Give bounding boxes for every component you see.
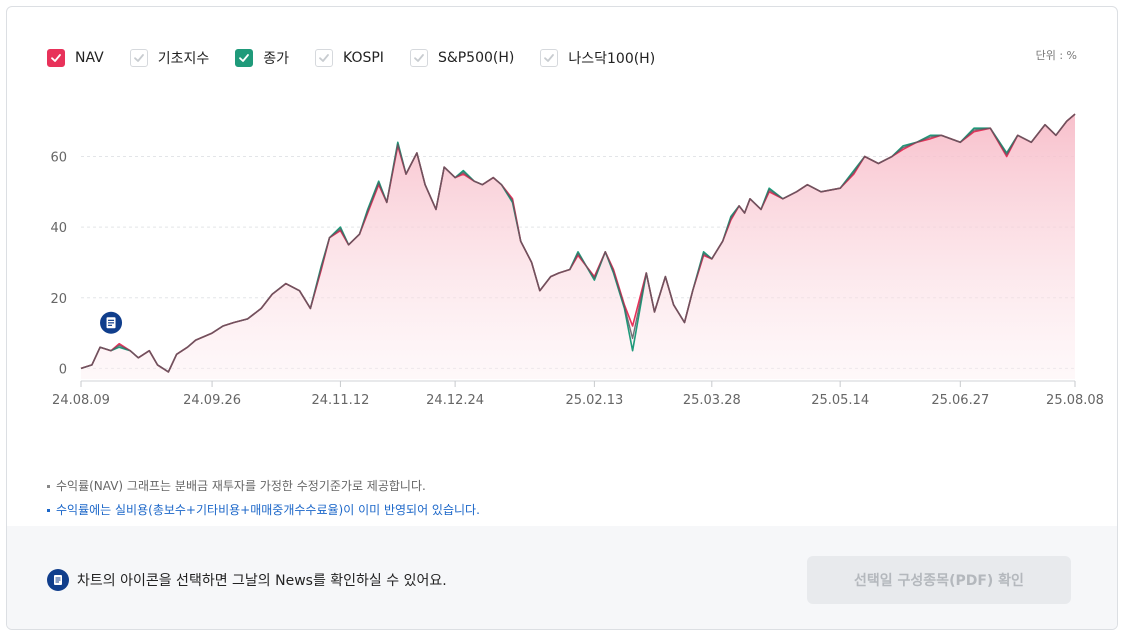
x-tick-label: 24.12.24 — [426, 393, 484, 408]
chart-footer: 차트의 아이콘을 선택하면 그날의 News를 확인하실 수 있어요. 선택일 … — [7, 526, 1117, 629]
x-tick-label: 25.02.13 — [565, 393, 623, 408]
x-tick-label: 24.11.12 — [311, 393, 369, 408]
fund-chart-card: NAV 기초지수 종가 KOSPI S&P500(H) 나스닥100(H) 단위… — [6, 6, 1118, 630]
y-tick-label: 40 — [50, 221, 67, 236]
news-marker-doc-line — [108, 319, 115, 321]
y-tick-label: 20 — [50, 292, 67, 307]
x-tick-label: 25.06.27 — [931, 393, 989, 408]
news-marker-doc-line — [108, 324, 113, 326]
bullet-dot — [47, 485, 50, 488]
line-chart[interactable]: 0 20 40 60 24.08.09 24.09.26 24.11.12 24.12.24 2… — [7, 7, 1117, 447]
chart-notes: 수익률(NAV) 그래프는 분배금 재투자를 가정한 수정기준가로 제공합니다.… — [47, 474, 480, 522]
news-info-text: 차트의 아이콘을 선택하면 그날의 News를 확인하실 수 있어요. — [77, 573, 447, 589]
x-tick-label: 24.08.09 — [52, 393, 110, 408]
y-tick-label: 0 — [59, 362, 67, 377]
x-tick-label: 25.05.14 — [811, 393, 869, 408]
note-nav-dividend: 수익률(NAV) 그래프는 분배금 재투자를 가정한 수정기준가로 제공합니다. — [47, 474, 480, 498]
news-info: 차트의 아이콘을 선택하면 그날의 News를 확인하실 수 있어요. — [47, 569, 447, 591]
document-icon — [47, 569, 69, 591]
note-cost-included: 수익률에는 실비용(총보수+기타비용+매매중개수수료율)이 이미 반영되어 있습… — [47, 498, 480, 522]
bullet-dot — [47, 509, 50, 512]
x-tick-label: 24.09.26 — [183, 393, 241, 408]
y-tick-label: 60 — [50, 150, 67, 165]
note-text: 수익률(NAV) 그래프는 분배금 재투자를 가정한 수정기준가로 제공합니다. — [56, 479, 426, 493]
x-tick-label: 25.03.28 — [683, 393, 741, 408]
view-constituents-pdf-button[interactable]: 선택일 구성종목(PDF) 확인 — [807, 556, 1071, 604]
x-tick-label: 25.08.08 — [1046, 393, 1104, 408]
news-marker-icon[interactable] — [100, 311, 123, 334]
news-marker-doc-line — [108, 322, 115, 324]
nav-area-fill — [81, 114, 1075, 379]
note-text: 수익률에는 실비용(총보수+기타비용+매매중개수수료율)이 이미 반영되어 있습… — [56, 503, 480, 517]
